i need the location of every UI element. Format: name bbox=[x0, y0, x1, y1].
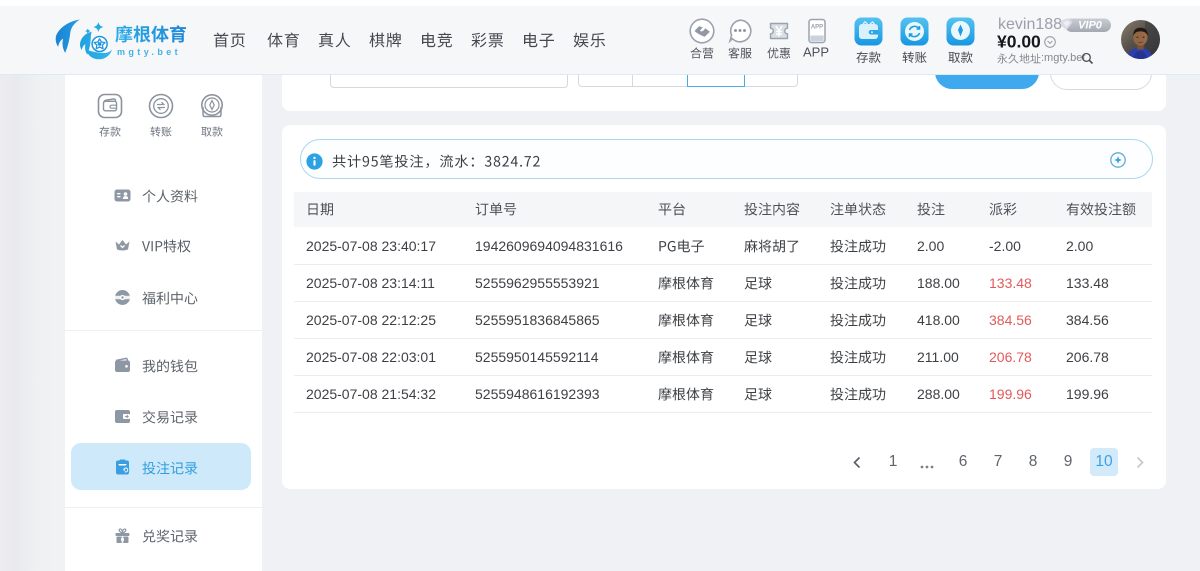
svg-text:VIP0: VIP0 bbox=[1078, 20, 1103, 32]
svg-text:APP: APP bbox=[811, 25, 823, 31]
